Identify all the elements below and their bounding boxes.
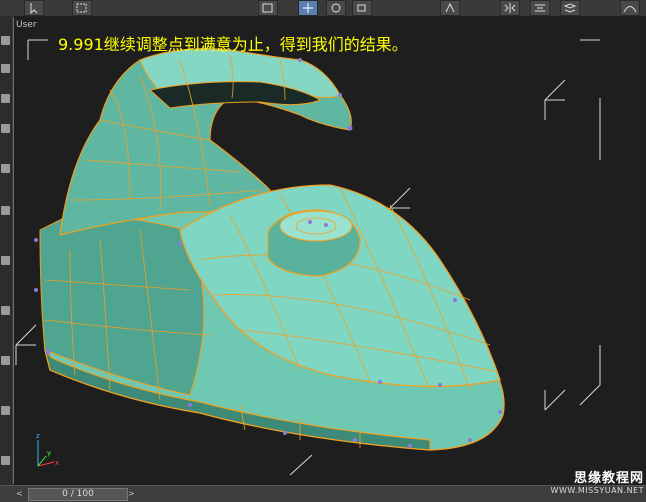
viewport-label[interactable]: User bbox=[16, 20, 37, 30]
caption-text: 9.991继续调整点到满意为止，得到我们的结果。 bbox=[58, 35, 408, 54]
axis-x-label: x bbox=[55, 459, 59, 467]
axis-z-label: z bbox=[36, 432, 40, 440]
axis-y-label: y bbox=[47, 449, 51, 457]
watermark-title: 思缘教程网 bbox=[573, 471, 644, 486]
time-prev-button[interactable]: < bbox=[16, 489, 26, 499]
iron-model-scene: z x y bbox=[15, 39, 601, 476]
time-slider[interactable]: 0 / 100 bbox=[28, 488, 128, 501]
time-next-button[interactable]: > bbox=[128, 489, 138, 499]
axis-tripod: z x y bbox=[36, 432, 59, 467]
watermark: 思缘教程网 WWW.MISSYUAN.NET bbox=[512, 467, 644, 497]
watermark-url: WWW.MISSYUAN.NET bbox=[550, 486, 644, 495]
